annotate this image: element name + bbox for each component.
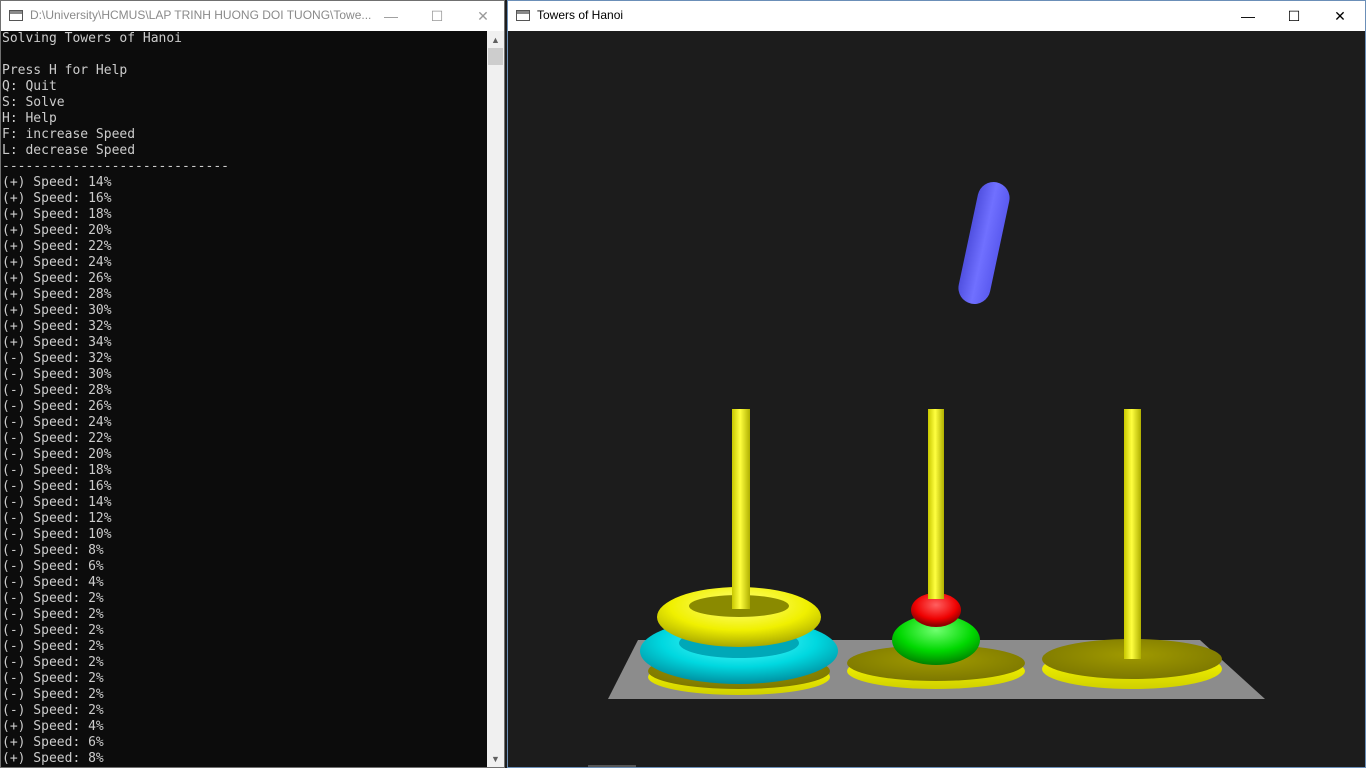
console-app-icon [9, 10, 23, 21]
console-line: (+) Speed: 32% [2, 319, 112, 334]
console-line: (-) Speed: 2% [2, 687, 104, 702]
console-line: (-) Speed: 2% [2, 639, 104, 654]
minimize-button[interactable]: — [368, 1, 414, 31]
console-line: (+) Speed: 34% [2, 335, 112, 350]
console-line: Solving Towers of Hanoi [2, 31, 183, 46]
console-text: Solving Towers of Hanoi Press H for Help… [1, 31, 488, 767]
console-line: (-) Speed: 2% [2, 671, 104, 686]
peg-left [732, 409, 750, 609]
gl-app-icon [516, 10, 530, 21]
console-line: (-) Speed: 2% [2, 623, 104, 638]
console-line: (+) Speed: 30% [2, 303, 112, 318]
scroll-down-arrow-icon[interactable]: ▼ [487, 750, 504, 767]
console-line: (+) Speed: 16% [2, 191, 112, 206]
console-line: (-) Speed: 2% [2, 591, 104, 606]
console-line: (-) Speed: 12% [2, 511, 112, 526]
console-line: ----------------------------- [2, 159, 229, 174]
console-line: (-) Speed: 16% [2, 479, 112, 494]
console-line: (+) Speed: 6% [2, 735, 104, 750]
console-line: L: decrease Speed [2, 143, 136, 158]
console-line: (+) Speed: 26% [2, 271, 112, 286]
console-line: (+) Speed: 22% [2, 239, 112, 254]
console-line: (-) Speed: 18% [2, 463, 112, 478]
console-window-title: D:\University\HCMUS\LAP TRINH HUONG DOI … [30, 8, 372, 22]
maximize-button[interactable]: ☐ [1271, 1, 1317, 31]
console-line: (+) Speed: 14% [2, 175, 112, 190]
peg-right [1124, 409, 1141, 659]
console-line: (-) Speed: 20% [2, 447, 112, 462]
close-button[interactable]: ✕ [460, 1, 506, 31]
scroll-up-arrow-icon[interactable]: ▲ [487, 31, 504, 48]
gl-titlebar[interactable]: Towers of Hanoi — ☐ ✕ [508, 1, 1365, 31]
console-line: (-) Speed: 10% [2, 527, 112, 542]
console-line: (-) Speed: 6% [2, 559, 104, 574]
console-line: (-) Speed: 2% [2, 703, 104, 718]
disk-blue-moving [958, 182, 1010, 304]
console-line: (-) Speed: 2% [2, 607, 104, 622]
console-line: (-) Speed: 4% [2, 575, 104, 590]
console-line: (-) Speed: 22% [2, 431, 112, 446]
console-line: (-) Speed: 8% [2, 543, 104, 558]
console-line: (-) Speed: 32% [2, 351, 112, 366]
gl-bottom-edge [588, 765, 636, 767]
console-line: (-) Speed: 24% [2, 415, 112, 430]
console-line: (-) Speed: 30% [2, 367, 112, 382]
console-line: Q: Quit [2, 79, 57, 94]
console-line: (+) Speed: 20% [2, 223, 112, 238]
console-window[interactable]: D:\University\HCMUS\LAP TRINH HUONG DOI … [0, 0, 505, 768]
close-button[interactable]: ✕ [1317, 1, 1363, 31]
console-line: S: Solve [2, 95, 65, 110]
console-line: Press H for Help [2, 63, 128, 78]
scroll-thumb[interactable] [488, 48, 503, 65]
console-line: (-) Speed: 26% [2, 399, 112, 414]
towers-of-hanoi-window[interactable]: Towers of Hanoi — ☐ ✕ [507, 0, 1366, 768]
console-line: (+) Speed: 18% [2, 207, 112, 222]
minimize-button[interactable]: — [1225, 1, 1271, 31]
console-line: (+) Speed: 8% [2, 751, 104, 766]
gl-canvas[interactable] [508, 31, 1365, 767]
console-line: F: increase Speed [2, 127, 136, 142]
console-line: H: Help [2, 111, 57, 126]
console-line: (+) Speed: 4% [2, 719, 104, 734]
maximize-button[interactable]: ☐ [414, 1, 460, 31]
console-line: (-) Speed: 14% [2, 495, 112, 510]
console-line: (-) Speed: 28% [2, 383, 112, 398]
console-scrollbar[interactable]: ▲ ▼ [487, 31, 504, 767]
console-titlebar[interactable]: D:\University\HCMUS\LAP TRINH HUONG DOI … [1, 1, 504, 31]
console-line: (-) Speed: 2% [2, 655, 104, 670]
console-line: (+) Speed: 28% [2, 287, 112, 302]
console-output[interactable]: Solving Towers of Hanoi Press H for Help… [1, 31, 488, 767]
hanoi-scene [608, 182, 1265, 699]
gl-window-title: Towers of Hanoi [537, 8, 624, 22]
console-line: (+) Speed: 24% [2, 255, 112, 270]
peg-middle [928, 409, 944, 599]
